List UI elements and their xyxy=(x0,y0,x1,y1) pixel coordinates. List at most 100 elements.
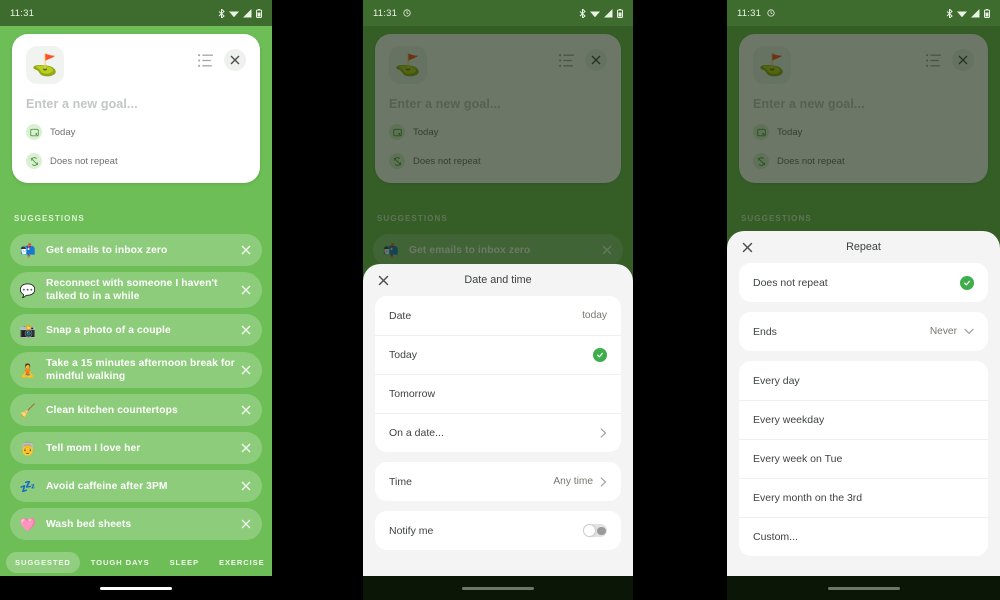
close-icon xyxy=(378,275,388,285)
row-accessory: Any time xyxy=(553,476,607,487)
sheet-title: Repeat xyxy=(846,241,881,253)
dismiss-suggestion-button[interactable] xyxy=(238,325,254,335)
suggestion-emoji-icon: 💤 xyxy=(19,478,37,494)
settings-group: Ends Never xyxy=(739,312,988,351)
row-label: Notify me xyxy=(389,524,434,537)
settings-row-on-a-date[interactable]: On a date... xyxy=(375,413,621,452)
suggestion-label: Avoid caffeine after 3PM xyxy=(46,480,168,492)
tab-tough-days[interactable]: TOUGH DAYS xyxy=(82,552,159,573)
dismiss-suggestion-button[interactable] xyxy=(238,245,254,255)
tab-suggested[interactable]: SUGGESTED xyxy=(6,552,80,573)
bluetooth-icon xyxy=(218,8,225,18)
row-value: today xyxy=(582,310,607,321)
settings-row-today[interactable]: Today xyxy=(375,335,621,374)
goal-emoji-icon[interactable]: ⛳ xyxy=(26,46,64,84)
signal-icon xyxy=(604,8,613,17)
date-group-1: Date today Today Tomorrow On a date... xyxy=(363,296,633,452)
suggestion-emoji-icon: 🧘 xyxy=(19,362,37,378)
dismiss-suggestion-button[interactable] xyxy=(238,519,254,529)
row-accessory xyxy=(583,524,607,537)
close-sheet-button[interactable] xyxy=(738,238,756,256)
settings-row-every-month-on-the-3rd[interactable]: Every month on the 3rd xyxy=(739,478,988,517)
suggestion-row[interactable]: 💬 Reconnect with someone I haven't talked… xyxy=(10,272,262,308)
row-label: Ends xyxy=(753,325,777,338)
close-icon xyxy=(241,405,251,415)
goal-composer-card: ⛳ Enter a new goal... Today Does not rep… xyxy=(12,34,260,183)
repeat-chip[interactable]: Does not repeat xyxy=(26,153,246,169)
settings-row-notify-me[interactable]: Notify me xyxy=(375,511,621,550)
row-label: Today xyxy=(389,349,418,361)
signal-icon xyxy=(971,8,980,17)
suggestion-row[interactable]: 💤 Avoid caffeine after 3PM xyxy=(10,470,262,502)
notify-toggle[interactable] xyxy=(583,524,607,537)
checkmark-icon xyxy=(593,348,607,362)
bluetooth-icon xyxy=(946,8,953,18)
row-label: Every month on the 3rd xyxy=(753,492,863,504)
dismiss-suggestion-button[interactable] xyxy=(238,365,254,375)
date-chip[interactable]: Today xyxy=(26,124,246,140)
row-label: Custom... xyxy=(753,531,798,543)
suggestions-header: SUGGESTIONS xyxy=(14,214,85,223)
suggestion-row[interactable]: 🩷 Wash bed sheets xyxy=(10,508,262,540)
settings-group: Notify me xyxy=(375,511,621,550)
close-sheet-button[interactable] xyxy=(374,271,392,289)
row-value: Never xyxy=(929,326,957,337)
row-label: Every week on Tue xyxy=(753,453,843,465)
status-bar-time: 11:31 xyxy=(10,7,35,19)
list-icon[interactable] xyxy=(197,52,214,69)
suggestion-label: Get emails to inbox zero xyxy=(46,244,168,256)
settings-row-tomorrow[interactable]: Tomorrow xyxy=(375,374,621,413)
tab-exercise[interactable]: EXERCISE xyxy=(210,552,272,573)
settings-row-every-weekday[interactable]: Every weekday xyxy=(739,400,988,439)
home-indicator xyxy=(0,576,272,600)
settings-row-ends[interactable]: Ends Never xyxy=(739,312,988,351)
goal-input[interactable]: Enter a new goal... xyxy=(26,97,246,111)
dismiss-suggestion-button[interactable] xyxy=(238,443,254,453)
suggestion-row[interactable]: 📸 Snap a photo of a couple xyxy=(10,314,262,346)
row-label: Every day xyxy=(753,374,800,387)
category-tab-bar: SUGGESTED TOUGH DAYS SLEEP EXERCISE xyxy=(0,549,272,576)
calendar-icon xyxy=(26,124,42,140)
phone-screen-2: 11:31 ⛳ xyxy=(363,0,633,600)
dismiss-suggestion-button[interactable] xyxy=(238,285,254,295)
close-icon xyxy=(742,242,752,252)
close-icon xyxy=(241,443,251,453)
settings-row-every-week-on-tue[interactable]: Every week on Tue xyxy=(739,439,988,478)
row-label: On a date... xyxy=(389,427,444,439)
close-icon xyxy=(241,285,251,295)
repeat-group-1: Does not repeat xyxy=(727,263,1000,302)
chevron-right-icon xyxy=(600,428,607,438)
suggestion-label: Wash bed sheets xyxy=(46,518,132,530)
dismiss-suggestion-button[interactable] xyxy=(238,405,254,415)
status-bar-time-3: 11:31 xyxy=(737,7,762,19)
suggestion-row[interactable]: 👵 Tell mom I love her xyxy=(10,432,262,464)
phone-screen-3: 11:31 ⛳ xyxy=(727,0,1000,600)
settings-row-time[interactable]: Time Any time xyxy=(375,462,621,501)
dismiss-suggestion-button[interactable] xyxy=(238,481,254,491)
suggestion-emoji-icon: 📸 xyxy=(19,322,37,338)
status-bar-3: 11:31 xyxy=(727,0,1000,26)
suggestion-row[interactable]: 🧹 Clean kitchen countertops xyxy=(10,394,262,426)
suggestion-label: Take a 15 minutes afternoon break for mi… xyxy=(46,358,235,382)
suggestion-row[interactable]: 🧘 Take a 15 minutes afternoon break for m… xyxy=(10,352,262,388)
status-bar-2: 11:31 xyxy=(363,0,633,26)
settings-row-every-day[interactable]: Every day xyxy=(739,361,988,400)
row-accessory xyxy=(600,428,607,438)
wifi-icon xyxy=(957,11,967,17)
close-composer-button[interactable] xyxy=(224,49,246,71)
row-accessory: Never xyxy=(930,326,974,337)
checkmark-icon xyxy=(960,275,974,290)
settings-row-custom[interactable]: Custom... xyxy=(739,517,988,556)
settings-row-does-not-repeat[interactable]: Does not repeat xyxy=(739,263,988,302)
suggestion-emoji-icon: 🩷 xyxy=(19,516,37,532)
wifi-icon xyxy=(590,11,600,17)
tab-sleep[interactable]: SLEEP xyxy=(161,552,208,573)
status-bar-time-2: 11:31 xyxy=(373,7,398,19)
signal-icon xyxy=(243,8,252,17)
settings-group: Time Any time xyxy=(375,462,621,501)
suggestion-row[interactable]: 📬 Get emails to inbox zero xyxy=(10,234,262,266)
settings-row-date[interactable]: Date today xyxy=(375,296,621,335)
suggestion-label: Tell mom I love her xyxy=(46,442,141,454)
date-group-2: Time Any time xyxy=(363,462,633,501)
row-label: Every weekday xyxy=(753,414,825,426)
